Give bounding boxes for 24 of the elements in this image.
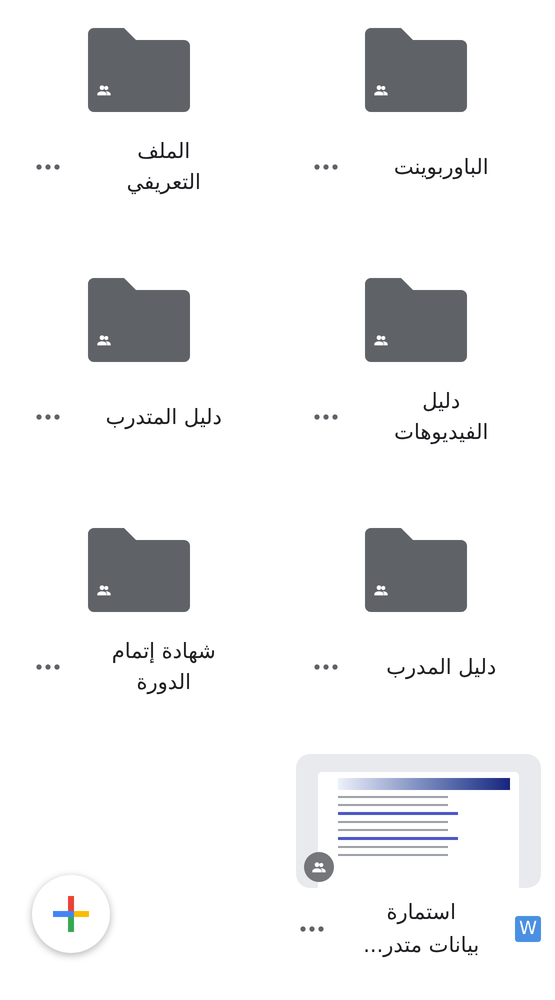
word-file-icon: W — [515, 916, 541, 942]
folder-icon[interactable] — [88, 278, 190, 362]
folder-icon[interactable] — [88, 528, 190, 612]
folder-name: الباوربوينت — [394, 154, 489, 182]
folder-name: الملف التعريفي — [126, 138, 202, 196]
folder-icon[interactable] — [365, 528, 468, 612]
file-thumbnail[interactable] — [296, 754, 541, 888]
folder-name: دليل الفيديوهات — [393, 388, 490, 446]
more-icon — [314, 164, 338, 170]
more-icon — [314, 664, 338, 670]
folder-name: دليل المتدرب — [106, 404, 222, 432]
folder-name: شهادة إتمام الدورة — [110, 638, 217, 696]
folder-name: دليل المدرب — [386, 654, 496, 682]
more-icon — [300, 926, 324, 932]
folder-icon[interactable] — [88, 28, 190, 112]
more-icon — [314, 414, 338, 420]
plus-icon — [53, 896, 89, 932]
folder-icon[interactable] — [365, 278, 468, 362]
more-icon — [36, 414, 60, 420]
more-icon — [36, 164, 60, 170]
new-button[interactable] — [32, 875, 110, 953]
file-name: استمارة بيانات متدر... — [362, 899, 480, 960]
more-icon — [36, 664, 60, 670]
folder-icon[interactable] — [365, 28, 468, 112]
